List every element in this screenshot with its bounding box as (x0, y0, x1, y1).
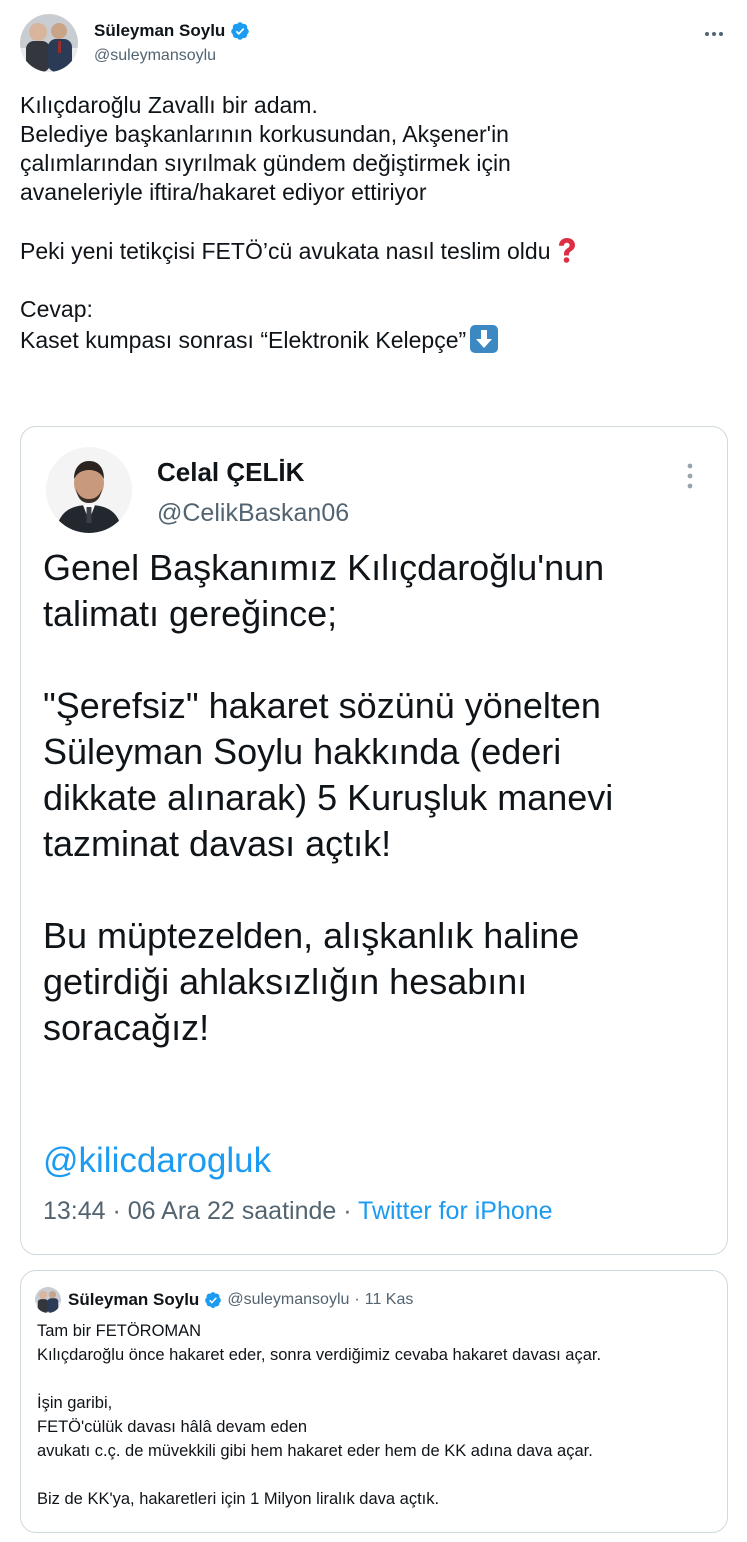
image-author-name: Celal ÇELİK (157, 457, 305, 487)
tweet-line: Kılıçdaroğlu Zavallı bir adam. (20, 92, 318, 118)
quoted-tweet-line: Biz de KK'ya, hakaretleri için 1 Milyon … (37, 1490, 440, 1508)
quoted-tweet-line: avukatı c.ç. de müvekkili gibi hem hakar… (37, 1442, 593, 1460)
tweet-line: Cevap: (20, 296, 93, 322)
tweet-line-with-emoji: Peki yeni tetikçisi FETÖ’cü avukata nası… (20, 236, 730, 266)
image-tweet-text: Genel Başkanımız Kılıçdaroğlu'nun talima… (43, 545, 703, 1051)
more-options-icon[interactable] (702, 22, 726, 46)
quoted-tweet-date[interactable]: 11 Kas (365, 1291, 414, 1309)
quoted-separator: · (354, 1291, 360, 1308)
quoted-tweet-line: FETÖ'cülük davası hâlâ devam eden (37, 1418, 308, 1436)
quoted-author-name: Süleyman Soylu (68, 1290, 200, 1309)
image-mention: @kilicdarogluk (43, 1141, 272, 1180)
red-question-mark-icon (559, 238, 576, 263)
tweet-line: Peki yeni tetikçisi FETÖ’cü avukata nası… (20, 238, 551, 264)
quoted-author-avatar (35, 1287, 61, 1313)
image-tweet-line: getirdiği ahlaksızlığın hesabını (43, 961, 528, 1002)
image-tweet-line: dikkate alınarak) 5 Kuruşluk manevi (43, 777, 614, 818)
image-author-photo (46, 447, 132, 533)
author-handle[interactable]: @suleymansoylu (94, 47, 250, 65)
tweet-line: Kaset kumpası sonrası “Elektronik Kelepç… (20, 327, 467, 353)
verified-badge-icon (231, 22, 250, 40)
quoted-tweet-line: Kılıçdaroğlu önce hakaret eder, sonra ve… (37, 1346, 602, 1364)
image-tweet-line: Süleyman Soylu hakkında (ederi (43, 731, 562, 772)
down-arrow-button-icon (470, 325, 499, 353)
tweet-line: avaneleriyle iftira/hakaret ediyor ettir… (20, 179, 427, 205)
tweet-header: Süleyman Soylu @suleymansoylu (20, 14, 730, 76)
tweet-line: çalımlarından sıyrılmak gündem değiştirm… (20, 150, 511, 176)
quoted-tweet-text: Tam bir FETÖROMAN Kılıçdaroğlu önce haka… (37, 1319, 717, 1511)
image-tweet-line: Genel Başkanımız Kılıçdaroğlu'nun (43, 547, 605, 588)
author-avatar[interactable] (20, 14, 78, 72)
tweet-image[interactable]: Celal ÇELİK @CelikBaskan06 Genel Başkanı… (20, 426, 728, 1255)
image-tweet-line: soracağız! (43, 1007, 210, 1048)
quoted-tweet-line: İşin garibi, (37, 1394, 113, 1412)
author-info: Süleyman Soylu @suleymansoylu (94, 20, 250, 65)
image-tweet-line: tazminat davası açtık! (43, 823, 392, 864)
quoted-author-handle: @suleymansoylu (227, 1291, 350, 1308)
image-author-handle: @CelikBaskan06 (157, 499, 350, 527)
quoted-tweet-line: Tam bir FETÖROMAN (37, 1322, 202, 1340)
tweet-line-with-emoji: Kaset kumpası sonrası “Elektronik Kelepç… (20, 324, 730, 355)
tweet-text: Kılıçdaroğlu Zavallı bir adam. Belediye … (20, 91, 730, 355)
tweet-line: Belediye başkanlarının korkusundan, Akşe… (20, 121, 509, 147)
image-tweet-line: Bu müptezelden, alışkanlık haline (43, 915, 580, 956)
image-tweet-meta: 13:44 · 06 Ara 22 saatinde · Twitter for… (43, 1197, 553, 1226)
image-tweet-line: "Şerefsiz" hakaret sözünü yönelten (43, 685, 601, 726)
quoted-tweet-header: Süleyman Soylu @suleymansoylu · 11 Kas (35, 1287, 413, 1313)
verified-badge-icon (205, 1292, 222, 1308)
image-tweet-timestamp: 13:44 · 06 Ara 22 saatinde · (43, 1197, 359, 1225)
author-avatar-photo (20, 14, 78, 72)
image-tweet-line: talimatı gereğince; (43, 593, 338, 634)
quoted-tweet[interactable]: Süleyman Soylu @suleymansoylu · 11 Kas T… (20, 1270, 728, 1533)
image-author-avatar (46, 447, 132, 533)
author-name[interactable]: Süleyman Soylu (94, 21, 225, 41)
image-tweet-source: Twitter for iPhone (358, 1197, 553, 1225)
image-more-options-icon (687, 463, 693, 489)
